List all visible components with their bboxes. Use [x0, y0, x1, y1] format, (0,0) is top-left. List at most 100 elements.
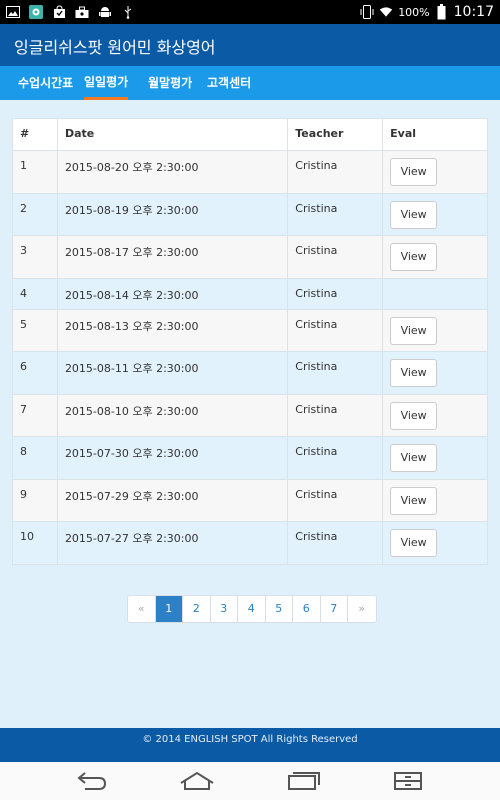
battery-percent: 100% — [398, 5, 430, 19]
view-button[interactable]: View — [390, 486, 438, 515]
table-row: 6 2015-08-11 오후 2:30:00 Cristina View — [12, 351, 488, 395]
clock: 10:17 — [453, 4, 494, 20]
main-content: # Date Teacher Eval 1 2015-08-20 오후 2:30… — [0, 100, 500, 728]
wifi-icon — [379, 5, 393, 19]
row-eval: View — [382, 308, 488, 352]
row-eval: View — [382, 351, 488, 395]
view-button[interactable]: View — [390, 444, 438, 472]
row-teacher: Cristina — [287, 478, 384, 522]
tab-schedule[interactable]: 수업시간표 — [18, 66, 73, 100]
row-number: 7 — [12, 393, 58, 437]
column-header-date: Date — [56, 118, 289, 151]
table-row: 4 2015-08-14 오후 2:30:00 Cristina — [12, 277, 488, 310]
row-number: 3 — [12, 235, 58, 279]
view-button[interactable]: View — [390, 243, 438, 271]
vibrate-icon — [360, 5, 374, 19]
tab-monthly-evaluation[interactable]: 월말평가 — [148, 66, 192, 100]
table-row: 10 2015-07-27 오후 2:30:00 Cristina View — [12, 521, 488, 565]
home-icon[interactable] — [177, 770, 217, 792]
column-header-eval: Eval — [382, 118, 488, 151]
row-teacher: Cristina — [287, 235, 384, 279]
row-date: 2015-08-14 오후 2:30:00 — [56, 277, 289, 310]
table-row: 7 2015-08-10 오후 2:30:00 Cristina View — [12, 393, 488, 437]
row-date: 2015-08-20 오후 2:30:00 — [56, 150, 289, 194]
row-date: 2015-08-19 오후 2:30:00 — [56, 192, 289, 236]
row-eval: View — [382, 521, 488, 565]
table-row: 3 2015-08-17 오후 2:30:00 Cristina View — [12, 235, 488, 279]
pagination-next[interactable]: » — [348, 596, 376, 622]
row-teacher: Cristina — [287, 277, 384, 310]
table-row: 1 2015-08-20 오후 2:30:00 Cristina View — [12, 150, 488, 194]
row-eval: View — [382, 150, 488, 194]
pagination-page-5[interactable]: 5 — [266, 596, 293, 622]
gallery-icon — [6, 5, 20, 19]
row-number: 4 — [12, 277, 58, 310]
pagination-page-2[interactable]: 2 — [183, 596, 211, 622]
row-eval: View — [382, 436, 488, 480]
view-button[interactable]: View — [390, 316, 438, 345]
copyright-text: © 2014 ENGLISH SPOT All Rights Reserved — [142, 734, 358, 745]
row-teacher: Cristina — [287, 521, 384, 565]
row-date: 2015-08-11 오후 2:30:00 — [56, 351, 289, 395]
table-row: 5 2015-08-13 오후 2:30:00 Cristina View — [12, 308, 488, 352]
shopping-bag-icon — [52, 5, 66, 19]
row-number: 10 — [12, 521, 58, 565]
view-button[interactable]: View — [390, 401, 438, 430]
row-number: 1 — [12, 150, 58, 194]
row-eval: View — [382, 393, 488, 437]
row-date: 2015-07-27 오후 2:30:00 — [56, 521, 289, 565]
table-row: 2 2015-08-19 오후 2:30:00 Cristina View — [12, 192, 488, 236]
view-button[interactable]: View — [390, 158, 438, 186]
row-teacher: Cristina — [287, 351, 384, 395]
view-button[interactable]: View — [390, 359, 438, 387]
row-number: 8 — [12, 436, 58, 480]
row-teacher: Cristina — [287, 192, 384, 236]
tab-bar: 수업시간표 일일평가 월말평가 고객센터 — [0, 66, 500, 100]
row-date: 2015-08-13 오후 2:30:00 — [56, 308, 289, 352]
pagination-prev[interactable]: « — [128, 596, 156, 622]
pagination: « 1 2 3 4 5 6 7 » — [127, 595, 377, 623]
usb-icon — [121, 5, 135, 19]
row-number: 2 — [12, 192, 58, 236]
row-date: 2015-08-10 오후 2:30:00 — [56, 393, 289, 437]
row-eval: View — [382, 192, 488, 236]
row-number: 9 — [12, 478, 58, 522]
row-eval: View — [382, 478, 488, 522]
pagination-page-7[interactable]: 7 — [321, 596, 348, 622]
tab-daily-evaluation[interactable]: 일일평가 — [84, 66, 129, 100]
table-row: 9 2015-07-29 오후 2:30:00 Cristina View — [12, 478, 488, 522]
footer: © 2014 ENGLISH SPOT All Rights Reserved — [0, 728, 500, 762]
app-icon — [29, 5, 43, 19]
pagination-page-3[interactable]: 3 — [211, 596, 238, 622]
column-header-number: # — [12, 118, 58, 151]
back-icon[interactable] — [72, 770, 112, 792]
row-teacher: Cristina — [287, 308, 384, 352]
view-button[interactable]: View — [390, 529, 438, 557]
row-teacher: Cristina — [287, 436, 384, 480]
system-nav-bar — [0, 762, 500, 800]
row-teacher: Cristina — [287, 393, 384, 437]
table-header-row: # Date Teacher Eval — [12, 118, 488, 151]
recent-apps-icon[interactable] — [284, 770, 324, 792]
row-number: 6 — [12, 351, 58, 395]
status-bar: 100% 10:17 — [0, 0, 500, 24]
view-button[interactable]: View — [390, 200, 438, 229]
row-teacher: Cristina — [287, 150, 384, 194]
row-eval: View — [382, 235, 488, 279]
row-date: 2015-08-17 오후 2:30:00 — [56, 235, 289, 279]
briefcase-icon — [75, 5, 89, 19]
android-icon — [98, 5, 112, 19]
table-row: 8 2015-07-30 오후 2:30:00 Cristina View — [12, 436, 488, 480]
row-eval — [382, 277, 488, 310]
row-number: 5 — [12, 308, 58, 352]
pagination-page-4[interactable]: 4 — [238, 596, 266, 622]
tab-customer-center[interactable]: 고객센터 — [207, 66, 251, 100]
column-header-teacher: Teacher — [287, 118, 384, 151]
row-date: 2015-07-30 오후 2:30:00 — [56, 436, 289, 480]
pagination-page-1[interactable]: 1 — [155, 596, 183, 622]
battery-icon — [435, 4, 449, 20]
app-header: 잉글리쉬스팟 원어민 화상영어 — [0, 24, 500, 66]
row-date: 2015-07-29 오후 2:30:00 — [56, 478, 289, 522]
pagination-page-6[interactable]: 6 — [293, 596, 321, 622]
screenshot-icon[interactable] — [388, 770, 428, 792]
